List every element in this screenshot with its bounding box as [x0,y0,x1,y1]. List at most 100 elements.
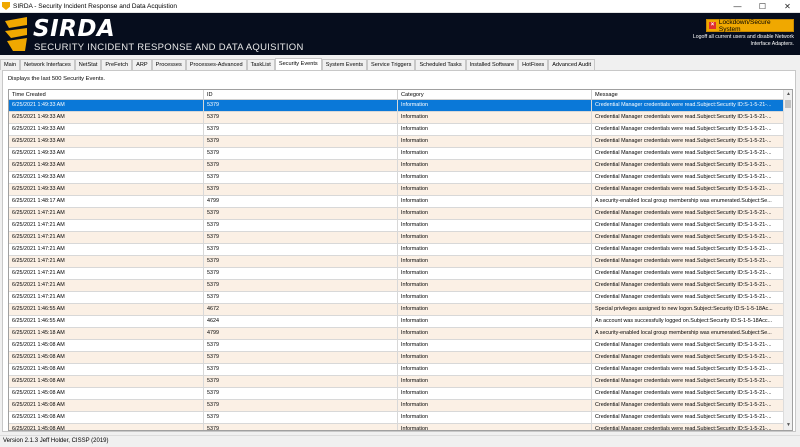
table-row[interactable]: 6/25/2021 1:49:33 AM 5379 Information Crede… [9,124,784,136]
table-row[interactable]: 6/25/2021 1:49:33 AM 5379 Information Crede… [9,172,784,184]
cell-category: Information [398,412,592,423]
tab-network-interfaces[interactable]: Network Interfaces [20,59,75,70]
tab-security-events[interactable]: Security Events [274,58,322,70]
table-row[interactable]: 6/25/2021 1:47:21 AM 5379 Information Crede… [9,268,784,280]
scroll-up-icon[interactable]: ▲ [784,90,792,99]
cell-message: Credential Manager credentials were read… [592,424,784,430]
table-row[interactable]: 6/25/2021 1:49:33 AM 5379 Information Crede… [9,148,784,160]
table-row[interactable]: 6/25/2021 1:45:08 AM 5379 Information Crede… [9,364,784,376]
cell-message: Credential Manager credentials were read… [592,148,784,159]
cell-time: 6/25/2021 1:49:33 AM [9,184,204,195]
logo-text: SIRDA [33,16,116,42]
column-header-id[interactable]: ID [204,90,398,100]
tab-advanced-audit[interactable]: Advanced Audit [548,59,596,70]
table-row[interactable]: 6/25/2021 1:45:08 AM 5379 Information Crede… [9,376,784,388]
cell-id: 4624 [204,316,398,327]
maximize-button[interactable]: ☐ [750,0,775,13]
table-row[interactable]: 6/25/2021 1:49:33 AM 5379 Information Crede… [9,160,784,172]
table-row[interactable]: 6/25/2021 1:47:21 AM 5379 Information Crede… [9,232,784,244]
cell-category: Information [398,148,592,159]
table-row[interactable]: 6/25/2021 1:46:55 AM 4672 Information Speci… [9,304,784,316]
tab-scheduled-tasks[interactable]: Scheduled Tasks [415,59,466,70]
cell-id: 5379 [204,256,398,267]
cell-message: Credential Manager credentials were read… [592,340,784,351]
cell-time: 6/25/2021 1:49:33 AM [9,100,204,111]
cell-time: 6/25/2021 1:45:08 AM [9,364,204,375]
table-row[interactable]: 6/25/2021 1:47:21 AM 5379 Information Crede… [9,292,784,304]
table-row[interactable]: 6/25/2021 1:47:21 AM 5379 Information Crede… [9,220,784,232]
tab-arp[interactable]: ARP [132,59,152,70]
cell-message: Credential Manager credentials were read… [592,208,784,219]
table-row[interactable]: 6/25/2021 1:48:17 AM 4799 Information A sec… [9,196,784,208]
close-button[interactable]: ✕ [775,0,800,13]
cell-message: Credential Manager credentials were read… [592,220,784,231]
x-icon: × [709,22,716,29]
tab-service-triggers[interactable]: Service Triggers [367,59,416,70]
vertical-scrollbar[interactable]: ▲ ▼ [783,90,792,430]
cell-message: Credential Manager credentials were read… [592,172,784,183]
table-row[interactable]: 6/25/2021 1:45:18 AM 4799 Information A sec… [9,328,784,340]
tab-hotfixes[interactable]: HotFixes [518,59,549,70]
cell-category: Information [398,292,592,303]
scroll-down-icon[interactable]: ▼ [784,421,792,430]
table-row[interactable]: 6/25/2021 1:45:08 AM 5379 Information Crede… [9,352,784,364]
app-shield-icon [2,2,10,10]
column-header-time[interactable]: Time Created [9,90,204,100]
table-row[interactable]: 6/25/2021 1:49:33 AM 5379 Information Crede… [9,100,784,112]
tab-processes[interactable]: Processes [151,59,186,70]
table-row[interactable]: 6/25/2021 1:47:21 AM 5379 Information Crede… [9,280,784,292]
tab-prefetch[interactable]: PreFetch [101,59,133,70]
cell-message: Credential Manager credentials were read… [592,364,784,375]
cell-category: Information [398,196,592,207]
cell-time: 6/25/2021 1:47:21 AM [9,208,204,219]
tab-netstat[interactable]: NetStat [74,59,102,70]
table-row[interactable]: 6/25/2021 1:46:55 AM 4624 Information An ac… [9,316,784,328]
scroll-thumb[interactable] [785,100,791,108]
lockdown-button[interactable]: × Lockdown/Secure System [706,19,794,33]
table-row[interactable]: 6/25/2021 1:45:08 AM 5379 Information Crede… [9,388,784,400]
cell-time: 6/25/2021 1:47:21 AM [9,256,204,267]
cell-message: A security-enabled local group membershi… [592,328,784,339]
table-row[interactable]: 6/25/2021 1:45:08 AM 5379 Information Crede… [9,400,784,412]
column-header-message[interactable]: Message [592,90,784,100]
cell-category: Information [398,424,592,430]
status-bar: Version 2.1.3 Jeff Holder, CISSP (2019) [0,435,800,447]
cell-id: 5379 [204,100,398,111]
table-row[interactable]: 6/25/2021 1:47:21 AM 5379 Information Crede… [9,208,784,220]
cell-id: 5379 [204,268,398,279]
column-header-category[interactable]: Category [398,90,592,100]
lockdown-note: Logoff all current users and disable Net… [692,34,794,47]
tab-tasklist[interactable]: TaskList [246,59,275,70]
cell-time: 6/25/2021 1:47:21 AM [9,268,204,279]
events-grid[interactable]: Time Created ID Category Message 6/25/20… [8,89,793,431]
cell-category: Information [398,184,592,195]
sirda-logo-icon [5,17,27,51]
table-row[interactable]: 6/25/2021 1:47:21 AM 5379 Information Crede… [9,244,784,256]
cell-category: Information [398,220,592,231]
cell-time: 6/25/2021 1:49:33 AM [9,112,204,123]
cell-time: 6/25/2021 1:45:18 AM [9,328,204,339]
cell-id: 5379 [204,148,398,159]
tab-main[interactable]: Main [0,59,21,70]
cell-time: 6/25/2021 1:49:33 AM [9,148,204,159]
cell-message: Credential Manager credentials were read… [592,244,784,255]
minimize-button[interactable]: — [725,0,750,13]
cell-time: 6/25/2021 1:49:33 AM [9,160,204,171]
cell-category: Information [398,244,592,255]
cell-message: Credential Manager credentials were read… [592,112,784,123]
table-row[interactable]: 6/25/2021 1:49:33 AM 5379 Information Crede… [9,112,784,124]
table-row[interactable]: 6/25/2021 1:45:08 AM 5379 Information Crede… [9,424,784,430]
tab-installed-software[interactable]: Installed Software [465,59,519,70]
table-row[interactable]: 6/25/2021 1:49:33 AM 5379 Information Crede… [9,184,784,196]
tab-system-events[interactable]: System Events [321,59,368,70]
cell-time: 6/25/2021 1:45:08 AM [9,352,204,363]
tab-processes-advanced[interactable]: Processes-Advanced [185,59,247,70]
table-row[interactable]: 6/25/2021 1:47:21 AM 5379 Information Crede… [9,256,784,268]
cell-message: Special privileges assigned to new logon… [592,304,784,315]
table-row[interactable]: 6/25/2021 1:45:08 AM 5379 Information Crede… [9,412,784,424]
cell-message: Credential Manager credentials were read… [592,352,784,363]
cell-message: Credential Manager credentials were read… [592,124,784,135]
table-row[interactable]: 6/25/2021 1:49:33 AM 5379 Information Crede… [9,136,784,148]
cell-time: 6/25/2021 1:49:33 AM [9,124,204,135]
table-row[interactable]: 6/25/2021 1:45:08 AM 5379 Information Crede… [9,340,784,352]
